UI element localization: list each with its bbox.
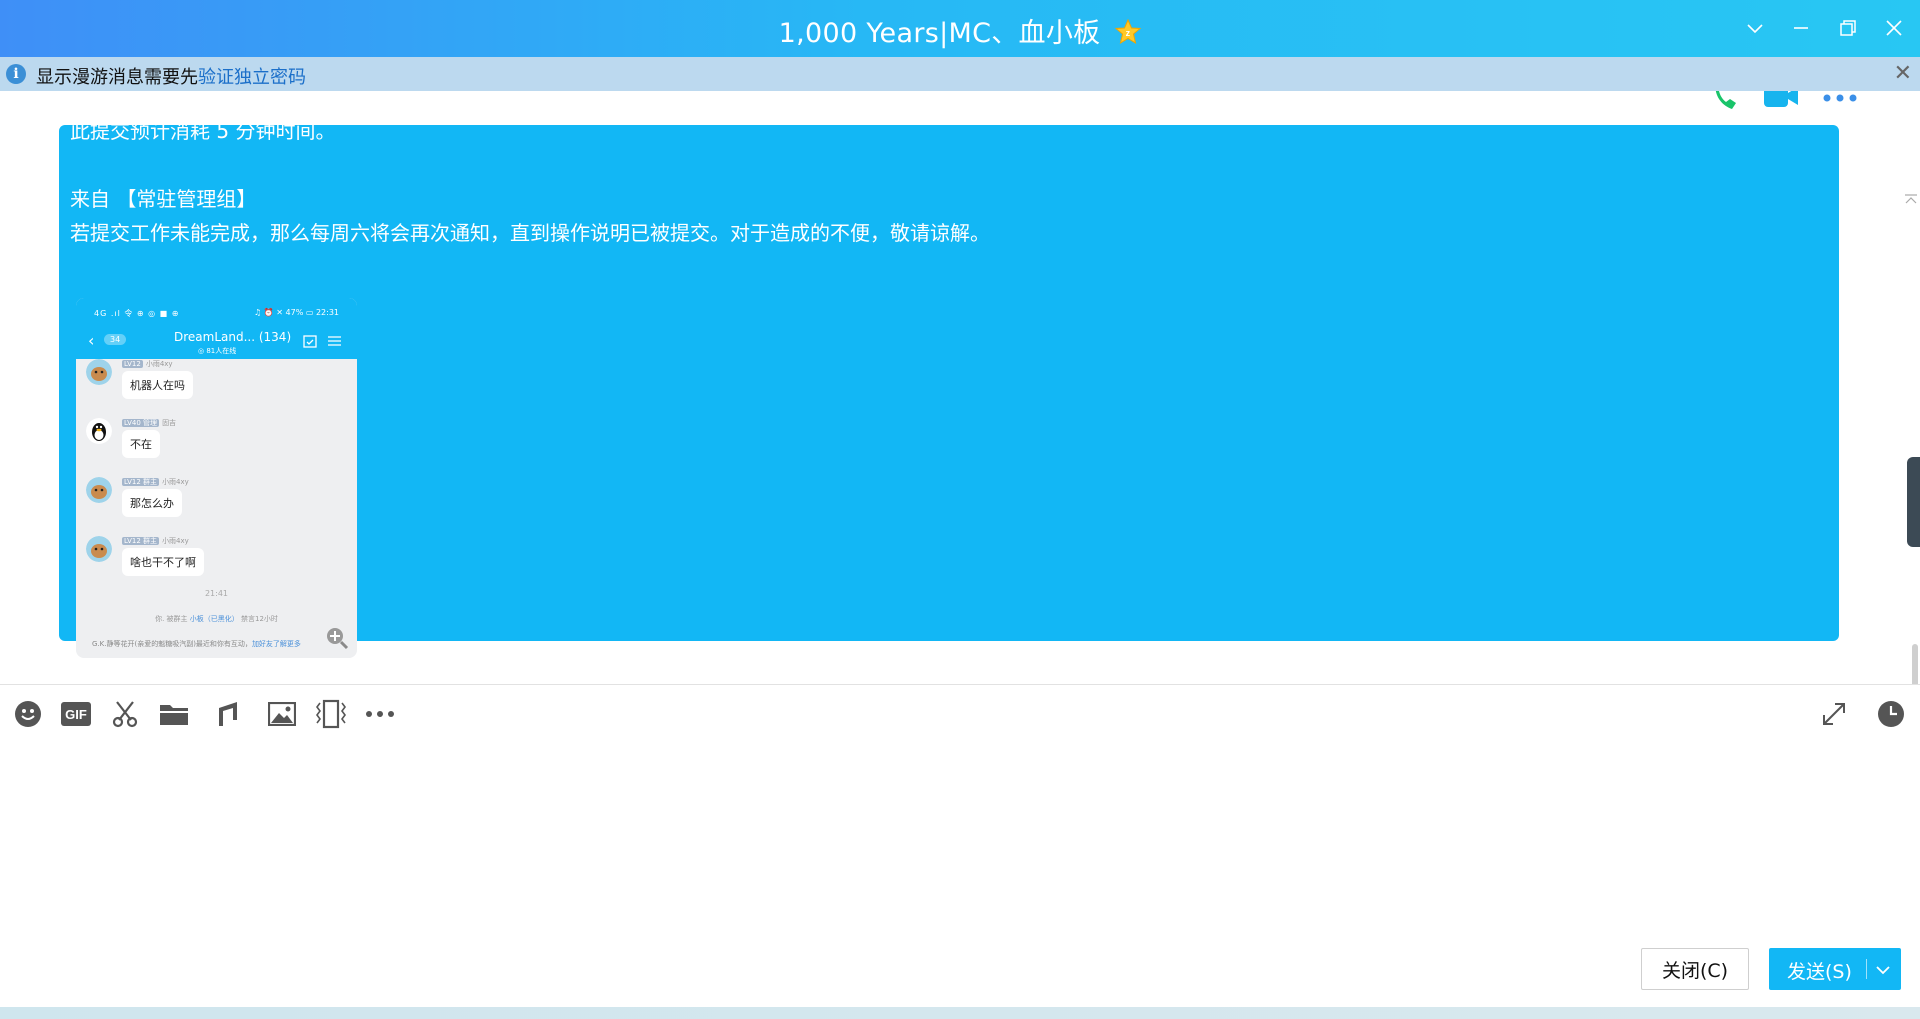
send-options-chevron-icon[interactable] bbox=[1873, 960, 1893, 980]
emoji-icon[interactable] bbox=[11, 697, 45, 731]
message-input[interactable] bbox=[0, 740, 1920, 940]
video-call-icon[interactable] bbox=[1764, 91, 1800, 111]
status-bar-left: 4G .ıl 令 ⊕ ◎ ■ ⊕ bbox=[94, 309, 180, 318]
scissors-icon[interactable] bbox=[108, 697, 142, 731]
close-window-icon[interactable] bbox=[1878, 12, 1910, 44]
message-meta: LV12 群主 小雨4xy bbox=[122, 537, 189, 545]
menu-icon bbox=[328, 336, 341, 346]
penguin-avatar-icon bbox=[86, 418, 112, 444]
message-meta: LV12 小雨4xy bbox=[122, 360, 173, 368]
screenshot-header: 4G .ıl 令 ⊕ ◎ ■ ⊕ ♫ ⏰ ✕ 47% ▭ 22:31 ‹ 34 … bbox=[76, 298, 357, 359]
chat-scrollbar[interactable] bbox=[1903, 182, 1920, 684]
shake-window-icon[interactable] bbox=[314, 697, 348, 731]
send-button[interactable]: 发送(S) bbox=[1769, 948, 1901, 990]
message-text: 啥也干不了啊 bbox=[122, 548, 204, 576]
title-bar: 1,000 Years|MC、血小板 z bbox=[0, 0, 1920, 57]
group-name: DreamLand... (134) bbox=[174, 330, 292, 344]
taskbar-strip bbox=[0, 1007, 1920, 1019]
message-meta: LV40 管理 固吉 bbox=[122, 419, 177, 427]
embedded-screenshot[interactable]: 4G .ıl 令 ⊕ ◎ ■ ⊕ ♫ ⏰ ✕ 47% ▭ 22:31 ‹ 34 … bbox=[76, 298, 357, 658]
zoom-in-icon[interactable] bbox=[325, 626, 349, 650]
image-icon[interactable] bbox=[265, 697, 299, 731]
gif-icon[interactable]: GIF bbox=[59, 697, 93, 731]
dog-avatar-icon bbox=[86, 359, 112, 385]
folder-icon[interactable] bbox=[157, 697, 191, 731]
chat-top-actions bbox=[1700, 91, 1880, 123]
verify-password-link[interactable]: 验证独立密码 bbox=[198, 67, 306, 88]
chat-history[interactable]: 此提交预计消耗 5 分钟时间。 来自 【常驻管理组】 若提交工作未能完成，那么每… bbox=[0, 91, 1920, 684]
close-button[interactable]: 关闭(C) bbox=[1641, 948, 1749, 990]
vip-star-icon: z bbox=[1115, 19, 1142, 45]
send-separator bbox=[1866, 959, 1867, 979]
collapse-chevron-icon[interactable] bbox=[1739, 12, 1771, 44]
message-text: 机器人在吗 bbox=[122, 371, 193, 399]
notice-close-icon[interactable]: ✕ bbox=[1894, 61, 1912, 86]
side-panel-tab[interactable] bbox=[1907, 457, 1920, 547]
input-divider bbox=[0, 684, 1920, 685]
restore-icon[interactable] bbox=[1832, 12, 1864, 44]
calendar-icon bbox=[303, 335, 317, 348]
notice-text: 显示漫游消息需要先 bbox=[36, 67, 198, 88]
back-arrow-icon: ‹ bbox=[88, 331, 95, 350]
minimize-icon[interactable] bbox=[1785, 12, 1817, 44]
more-dots-icon[interactable] bbox=[1822, 93, 1858, 103]
message-line-1: 此提交预计消耗 5 分钟时间。 bbox=[70, 119, 336, 143]
online-count: ◎ 81人在线 bbox=[198, 347, 237, 355]
message-bubble[interactable]: 此提交预计消耗 5 分钟时间。 来自 【常驻管理组】 若提交工作未能完成，那么每… bbox=[59, 119, 1839, 658]
more-icon[interactable] bbox=[363, 697, 397, 731]
scroll-top-icon[interactable] bbox=[1904, 194, 1918, 204]
expand-icon[interactable] bbox=[1817, 697, 1851, 731]
message-meta: LV12 群主 小雨4xy bbox=[122, 478, 189, 486]
send-label: 发送(S) bbox=[1787, 961, 1852, 983]
message-line-3: 若提交工作未能完成，那么每周六将会再次通知，直到操作说明已被提交。对于造成的不便… bbox=[70, 221, 990, 245]
message-line-2: 来自 【常驻管理组】 bbox=[70, 187, 257, 211]
unread-count: 34 bbox=[104, 334, 127, 345]
system-message: 你. 被群主 小板（已黑化） 禁言12小时 bbox=[155, 615, 278, 623]
history-clock-icon[interactable] bbox=[1874, 697, 1908, 731]
friend-suggestion: G.K.静等花开(亲爱的魁糖吸汽副)最近和你有互动，加好友了解更多 bbox=[92, 640, 301, 648]
status-bar-right: ♫ ⏰ ✕ 47% ▭ 22:31 bbox=[254, 308, 339, 317]
message-text: 不在 bbox=[122, 430, 160, 458]
input-toolbar: GIF bbox=[0, 697, 1920, 733]
window-title-wrap: 1,000 Years|MC、血小板 z bbox=[0, 11, 1920, 50]
window-title: 1,000 Years|MC、血小板 bbox=[778, 18, 1101, 49]
dog-avatar-icon bbox=[86, 477, 112, 503]
notice-text-wrap: 显示漫游消息需要先验证独立密码 bbox=[36, 63, 306, 89]
screenshot-timestamp: 21:41 bbox=[204, 589, 229, 598]
message-text: 那怎么办 bbox=[122, 489, 182, 517]
voice-call-icon[interactable] bbox=[1710, 91, 1742, 113]
scroll-thumb[interactable] bbox=[1912, 644, 1918, 684]
roaming-notice-bar: i 显示漫游消息需要先验证独立密码 ✕ bbox=[0, 57, 1920, 91]
info-icon: i bbox=[6, 64, 26, 84]
music-icon[interactable] bbox=[210, 697, 244, 731]
dog-avatar-icon bbox=[86, 536, 112, 562]
svg-text:z: z bbox=[1126, 28, 1131, 38]
svg-text:GIF: GIF bbox=[65, 707, 87, 722]
